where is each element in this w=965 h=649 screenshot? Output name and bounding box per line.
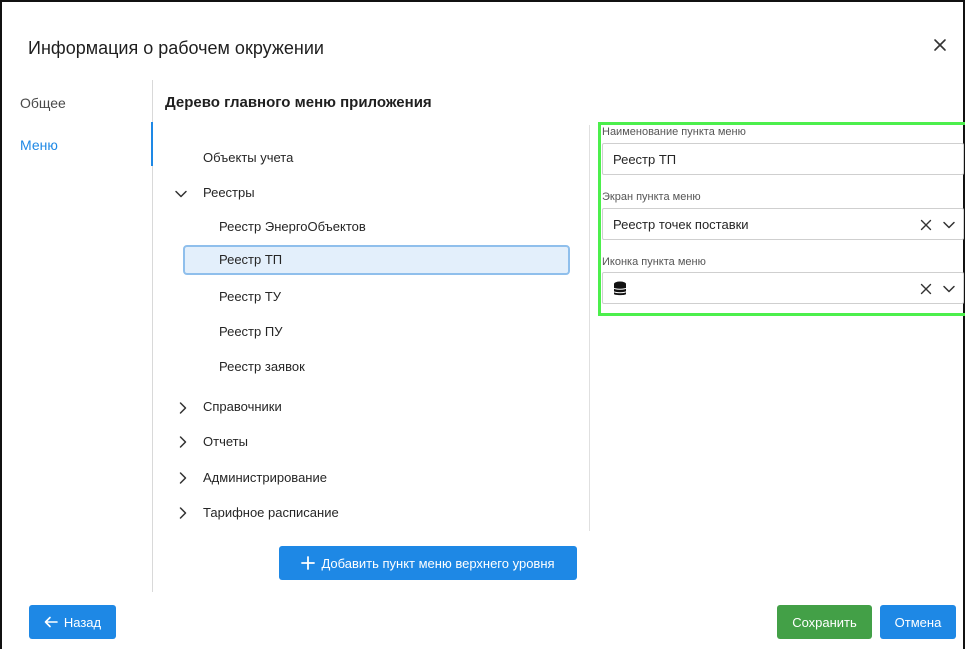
tree-item-tariff-schedule[interactable]: Тарифное расписание: [203, 503, 339, 523]
clear-icon[interactable]: [919, 218, 933, 232]
tree-item-tp[interactable]: Реестр ТП: [219, 252, 282, 267]
back-button[interactable]: Назад: [29, 605, 116, 639]
tree-item-reports[interactable]: Отчеты: [203, 432, 248, 452]
menu-item-screen-select[interactable]: Реестр точек поставки: [602, 208, 964, 240]
menu-item-name-label: Наименование пункта меню: [602, 126, 746, 138]
tree-item-energy-objects[interactable]: Реестр ЭнергоОбъектов: [219, 217, 366, 237]
clear-icon[interactable]: [919, 282, 933, 296]
add-top-level-item-button[interactable]: Добавить пункт меню верхнего уровня: [279, 546, 577, 580]
menu-item-name-input[interactable]: Реестр ТП: [602, 143, 964, 175]
nav-active-indicator: [151, 122, 153, 166]
nav-item-general[interactable]: Общее: [20, 95, 66, 111]
tree-item-pu[interactable]: Реестр ПУ: [219, 322, 282, 342]
cancel-button[interactable]: Отмена: [880, 605, 956, 639]
chevron-right-icon[interactable]: [176, 435, 190, 449]
database-icon: [613, 281, 627, 296]
cancel-button-label: Отмена: [894, 614, 942, 630]
back-button-label: Назад: [63, 614, 102, 630]
menu-item-name-value: Реестр ТП: [613, 152, 677, 167]
tree-item-accounting-objects[interactable]: Объекты учета: [203, 148, 293, 168]
save-button-label: Сохранить: [792, 614, 857, 630]
save-button[interactable]: Сохранить: [777, 605, 872, 639]
tree-title: Дерево главного меню приложения: [165, 94, 432, 111]
tree-item-tu[interactable]: Реестр ТУ: [219, 287, 281, 307]
menu-item-icon-label: Иконка пункта меню: [602, 256, 706, 268]
dialog-title: Информация о рабочем окружении: [28, 38, 324, 58]
tree-item-administration[interactable]: Администрирование: [203, 468, 327, 488]
close-icon[interactable]: [931, 36, 949, 54]
nav-item-menu[interactable]: Меню: [20, 137, 58, 153]
chevron-right-icon[interactable]: [176, 401, 190, 415]
chevron-right-icon[interactable]: [176, 471, 190, 485]
chevron-down-icon[interactable]: [942, 282, 956, 296]
menu-item-screen-label: Экран пункта меню: [602, 191, 701, 203]
menu-item-screen-value: Реестр точек поставки: [613, 217, 749, 232]
tree-item-registries[interactable]: Реестры: [203, 183, 255, 203]
chevron-right-icon[interactable]: [176, 506, 190, 520]
chevron-down-icon[interactable]: [174, 187, 188, 201]
panel-divider: [589, 125, 590, 531]
tree-item-requests[interactable]: Реестр заявок: [219, 357, 305, 377]
menu-item-icon-select[interactable]: [602, 272, 964, 304]
add-top-level-item-label: Добавить пункт меню верхнего уровня: [321, 555, 555, 571]
arrow-left-icon: [44, 616, 58, 628]
plus-icon: [301, 556, 316, 570]
chevron-down-icon[interactable]: [942, 218, 956, 232]
tree-item-directories[interactable]: Справочники: [203, 397, 282, 417]
